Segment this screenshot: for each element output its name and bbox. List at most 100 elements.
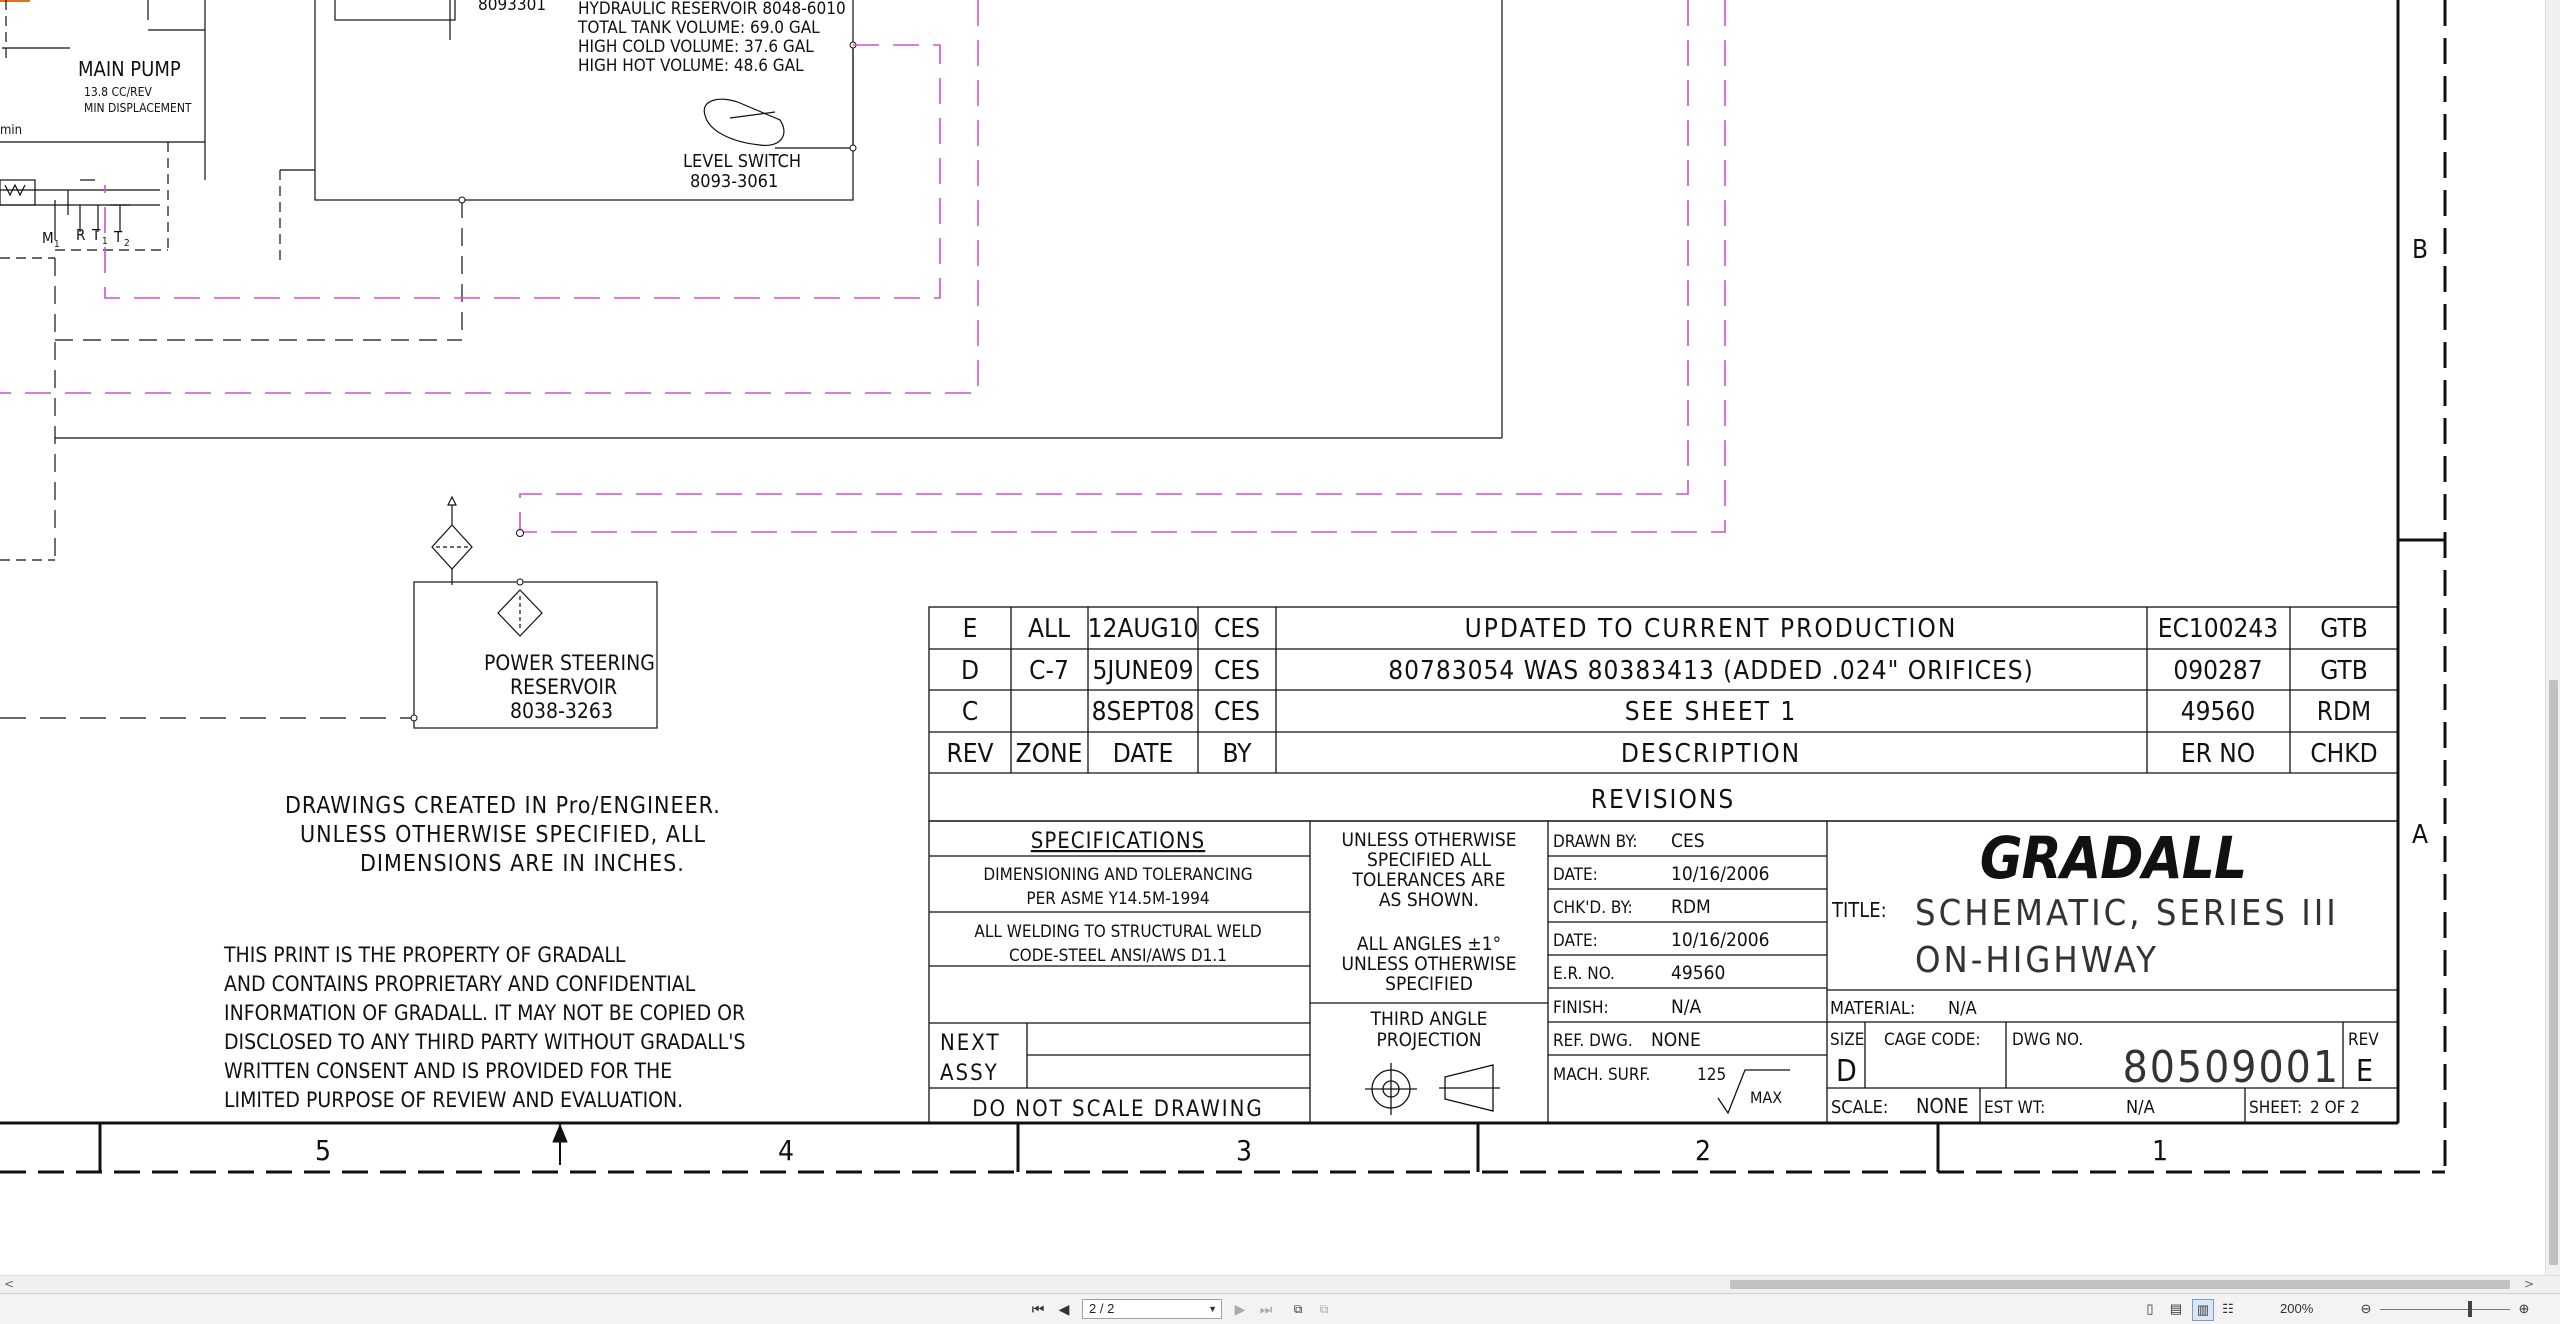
scale-value: NONE: [1916, 1094, 1968, 1118]
rev-header-er: ER NO: [2181, 739, 2255, 769]
material-value: N/A: [1948, 998, 1977, 1019]
horizontal-scrollbar[interactable]: < >: [0, 1275, 2560, 1293]
rev-header-date: DATE: [1113, 739, 1174, 769]
property-note-4: DISCLOSED TO ANY THIRD PARTY WITHOUT GRA…: [224, 1030, 745, 1054]
main-pump-label: MAIN PUMP: [78, 57, 181, 81]
mach-surf-value: 125: [1697, 1065, 1726, 1085]
next-assy-label-2: ASSY: [940, 1061, 999, 1086]
page-indicator: 2 / 2: [1089, 1301, 1115, 1316]
spec-welding: ALL WELDING TO STRUCTURAL WELD: [974, 922, 1261, 942]
ref-dwg-label: REF. DWG.: [1553, 1031, 1633, 1051]
creo-note-2: UNLESS OTHERWISE SPECIFIED, ALL: [300, 822, 706, 848]
two-page-view-icon[interactable]: ⧉: [1314, 1299, 1334, 1319]
scroll-right-arrow-icon[interactable]: >: [2524, 1277, 2534, 1291]
rev-c-description: SEE SHEET 1: [1625, 697, 1797, 727]
chkd-by-value: RDM: [1671, 896, 1711, 918]
main-pump-displacement: 13.8 CC/REV: [84, 85, 152, 99]
zone-letter-a: A: [2412, 820, 2428, 850]
est-wt-value: N/A: [2126, 1097, 2155, 1118]
scroll-left-arrow-icon[interactable]: <: [4, 1277, 14, 1291]
zoom-slider-handle[interactable]: [2468, 1301, 2472, 1317]
creo-note-1: DRAWINGS CREATED IN Pro/ENGINEER.: [285, 793, 721, 819]
scale-label: SCALE:: [1831, 1097, 1888, 1118]
zone-number-4: 4: [778, 1134, 794, 1167]
previous-page-icon[interactable]: ◀: [1054, 1299, 1074, 1319]
property-note-5: WRITTEN CONSENT AND IS PROVIDED FOR THE: [224, 1059, 672, 1083]
rev-e-zone: ALL: [1028, 614, 1070, 644]
rev-d-er: 090287: [2173, 656, 2262, 686]
max-label: MAX: [1750, 1088, 1782, 1107]
title-line-1: SCHEMATIC, SERIES III: [1915, 893, 2339, 934]
first-page-icon[interactable]: ⏮: [1028, 1299, 1048, 1319]
property-note-3: INFORMATION OF GRADALL. IT MAY NOT BE CO…: [224, 1001, 745, 1025]
date2-value: 10/16/2006: [1671, 929, 1770, 951]
rev-c-er: 49560: [2181, 697, 2255, 727]
zoom-out-icon[interactable]: ⊖: [2356, 1299, 2376, 1319]
single-page-layout-icon[interactable]: ▯: [2140, 1299, 2160, 1319]
projection-line-1: THIRD ANGLE: [1370, 1008, 1488, 1030]
property-note-1: THIS PRINT IS THE PROPERTY OF GRADALL: [223, 943, 626, 967]
gradall-logo: GRADALL: [1980, 824, 2247, 892]
chkd-by-label: CHK'D. BY:: [1553, 898, 1633, 918]
drawing-canvas[interactable]: MAIN PUMP 13.8 CC/REV MIN DISPLACEMENT m…: [0, 0, 2545, 1275]
rev-value: E: [2356, 1054, 2373, 1089]
er-no-label: E.R. NO.: [1553, 964, 1615, 984]
partial-number: 8093301: [478, 0, 546, 15]
zone-letter-b: B: [2412, 235, 2428, 265]
ref-dwg-value: NONE: [1651, 1029, 1701, 1051]
zone-number-2: 2: [1695, 1134, 1711, 1167]
tolerance-line-2: SPECIFIED ALL: [1367, 849, 1491, 871]
reservoir-line-1: HYDRAULIC RESERVOIR 8048-6010: [578, 0, 846, 19]
rev-d-by: CES: [1214, 656, 1260, 686]
date1-label: DATE:: [1553, 865, 1598, 885]
page-number-input[interactable]: 2 / 2 ▼: [1082, 1299, 1222, 1319]
vertical-scroll-thumb[interactable]: [2549, 680, 2558, 1265]
mach-surf-label: MACH. SURF.: [1553, 1065, 1650, 1085]
angles-line-3: SPECIFIED: [1385, 973, 1473, 995]
rev-d-rev: D: [961, 656, 979, 686]
port-t2-sub: 2: [124, 238, 130, 249]
tolerance-line-4: AS SHOWN.: [1379, 889, 1479, 911]
cage-code-label: CAGE CODE:: [1884, 1030, 1981, 1050]
spec-ansi: CODE-STEEL ANSI/AWS D1.1: [1009, 946, 1227, 966]
rev-e-chkd: GTB: [2320, 614, 2368, 644]
vertical-scrollbar[interactable]: [2545, 0, 2560, 1275]
page-dropdown-icon[interactable]: ▼: [1208, 1300, 1217, 1318]
continuous-facing-layout-icon[interactable]: ☷: [2218, 1299, 2238, 1319]
zone-number-3: 3: [1236, 1134, 1252, 1167]
spec-dimensioning: DIMENSIONING AND TOLERANCING: [983, 865, 1252, 885]
facing-layout-icon[interactable]: ▥: [2192, 1299, 2214, 1321]
next-page-icon[interactable]: ▶: [1230, 1299, 1250, 1319]
rev-e-description: UPDATED TO CURRENT PRODUCTION: [1465, 614, 1958, 644]
port-r: R: [76, 226, 85, 244]
rev-e-er: EC100243: [2158, 614, 2278, 644]
dwg-no-label: DWG NO.: [2012, 1030, 2083, 1050]
main-pump-min-displacement: MIN DISPLACEMENT: [84, 101, 192, 115]
zoom-in-icon[interactable]: ⊕: [2514, 1299, 2534, 1319]
rev-header-by: BY: [1223, 739, 1253, 769]
zone-number-1: 1: [2152, 1134, 2168, 1167]
window-accent: [0, 0, 30, 2]
zoom-level[interactable]: 200%: [2280, 1301, 2313, 1316]
rev-c-rev: C: [962, 697, 978, 727]
horizontal-scroll-thumb[interactable]: [1730, 1280, 2510, 1289]
spec-asme: PER ASME Y14.5M-1994: [1026, 889, 1209, 909]
schematic-drawing: MAIN PUMP 13.8 CC/REV MIN DISPLACEMENT m…: [0, 0, 2447, 1174]
sheet-label: SHEET:: [2249, 1098, 2302, 1118]
rev-d-date: 5JUNE09: [1093, 656, 1194, 686]
status-bar: ⏮ ◀ 2 / 2 ▼ ▶ ⏭ ⧉ ⧉ ▯ ▤ ▥ ☷ 200% ⊖ ⊕: [0, 1293, 2560, 1324]
dwg-no-value: 80509001: [2123, 1042, 2340, 1093]
last-page-icon[interactable]: ⏭: [1256, 1299, 1276, 1319]
power-steering-part: 8038-3263: [510, 699, 613, 723]
finish-value: N/A: [1671, 996, 1702, 1018]
continuous-layout-icon[interactable]: ▤: [2166, 1299, 2186, 1319]
power-steering-line-1: POWER STEERING: [484, 651, 655, 675]
rev-header-zone: ZONE: [1016, 739, 1083, 769]
page-view-icon[interactable]: ⧉: [1288, 1299, 1308, 1319]
projection-line-2: PROJECTION: [1376, 1029, 1481, 1051]
level-switch-label: LEVEL SWITCH: [683, 151, 801, 172]
rev-e-date: 12AUG10: [1088, 614, 1199, 644]
sheet-value: 2 OF 2: [2310, 1098, 2360, 1118]
zoom-slider[interactable]: [2380, 1309, 2510, 1310]
tolerance-line-3: TOLERANCES ARE: [1351, 869, 1505, 891]
